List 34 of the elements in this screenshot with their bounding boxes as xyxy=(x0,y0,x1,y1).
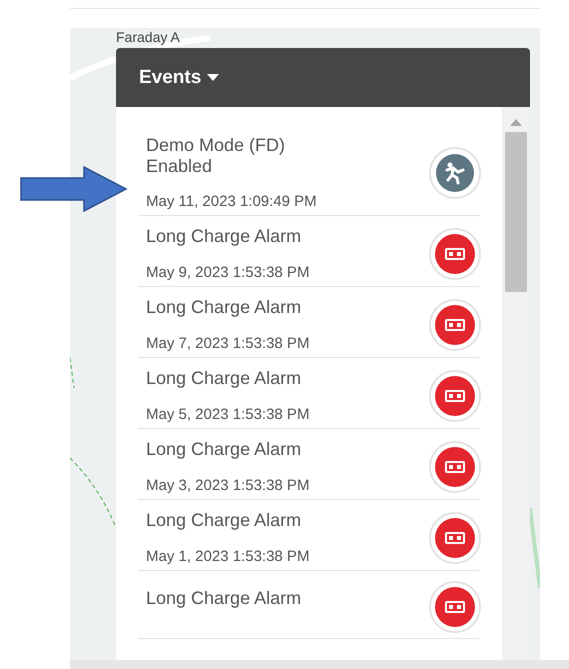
event-item[interactable]: Long Charge Alarm May 3, 2023 1:53:38 PM xyxy=(138,429,480,500)
event-time: May 3, 2023 1:53:38 PM xyxy=(146,477,310,494)
event-title: Long Charge Alarm xyxy=(146,297,302,318)
event-time: May 1, 2023 1:53:38 PM xyxy=(146,548,310,565)
events-dropdown[interactable]: Events xyxy=(139,66,220,88)
event-item[interactable]: Long Charge Alarm May 9, 2023 1:53:38 PM xyxy=(138,216,480,287)
event-time: May 5, 2023 1:53:38 PM xyxy=(146,406,310,423)
battery-alert-icon xyxy=(429,512,481,564)
street-label: Faraday A xyxy=(116,29,180,46)
event-item[interactable]: Demo Mode (FD) Enabled May 11, 2023 1:09:49 PM xyxy=(138,107,480,216)
event-title: Long Charge Alarm xyxy=(146,510,302,531)
event-time: May 11, 2023 1:09:49 PM xyxy=(146,193,318,210)
event-title: Long Charge Alarm xyxy=(146,226,302,247)
event-item[interactable]: Long Charge Alarm May 1, 2023 1:53:38 PM xyxy=(138,500,480,571)
scrollbar[interactable] xyxy=(502,107,530,661)
event-title: Demo Mode (FD) Enabled xyxy=(146,135,286,177)
battery-alert-icon xyxy=(429,228,481,280)
caret-icon xyxy=(207,74,220,81)
event-item[interactable]: Long Charge Alarm xyxy=(138,571,480,639)
event-time: May 9, 2023 1:53:38 PM xyxy=(146,264,310,281)
event-title: Long Charge Alarm xyxy=(146,439,302,460)
battery-alert-icon xyxy=(429,370,481,422)
arrow-icon xyxy=(20,166,128,212)
event-item[interactable]: Long Charge Alarm May 7, 2023 1:53:38 PM xyxy=(138,287,480,358)
scroll-up-icon[interactable] xyxy=(510,119,522,126)
event-time: May 7, 2023 1:53:38 PM xyxy=(146,335,310,352)
falling-person-icon xyxy=(429,146,481,198)
scroll-thumb[interactable] xyxy=(505,132,527,292)
battery-alert-icon xyxy=(429,581,481,633)
event-title: Long Charge Alarm xyxy=(146,368,302,389)
event-title: Long Charge Alarm xyxy=(146,588,302,609)
battery-alert-icon xyxy=(429,440,481,492)
battery-alert-icon xyxy=(429,298,481,350)
event-item[interactable]: Long Charge Alarm May 5, 2023 1:53:38 PM xyxy=(138,358,480,429)
